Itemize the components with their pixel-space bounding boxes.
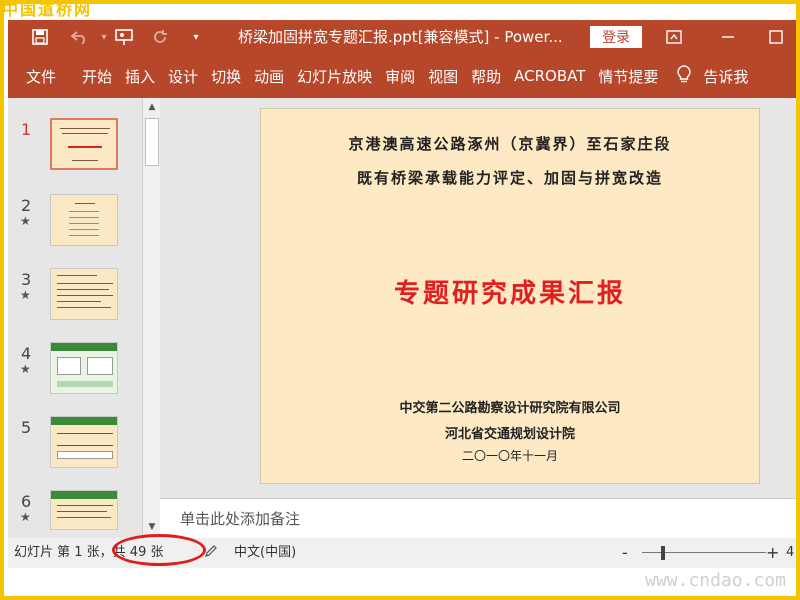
animation-star-icon: ★	[20, 510, 31, 524]
tab-insert[interactable]: 插入	[125, 66, 155, 87]
slide-heading-line2: 既有桥梁承载能力评定、加固与拼宽改造	[356, 169, 663, 187]
thumbnail-preview	[50, 490, 118, 530]
workspace: 1 2 ★ 3 ★ 4 ★ 5 6 ★ ▲ ▼ 京港澳高速公路涿州（京冀界）至石…	[8, 98, 796, 538]
scroll-up-icon[interactable]: ▲	[143, 98, 161, 116]
slide-thumbnail[interactable]: 2 ★	[8, 194, 148, 254]
tab-storyboard[interactable]: 情节提要	[598, 66, 658, 87]
present-icon[interactable]	[108, 20, 140, 54]
zoom-in-button[interactable]: +	[766, 538, 779, 568]
annotation-circle	[112, 534, 206, 566]
slide-canvas: 京港澳高速公路涿州（京冀界）至石家庄段 既有桥梁承载能力评定、加固与拼宽改造 专…	[160, 98, 796, 498]
thumbnail-preview	[50, 118, 118, 170]
notes-pane[interactable]: 单击此处添加备注	[160, 498, 796, 538]
tab-animations[interactable]: 动画	[254, 66, 284, 87]
slide-date: 二〇一〇年十一月	[461, 449, 558, 463]
language-indicator[interactable]: 中文(中国)	[234, 538, 296, 568]
zoom-level[interactable]: 4	[786, 538, 794, 568]
animation-star-icon: ★	[20, 362, 31, 376]
lightbulb-icon	[677, 65, 692, 87]
thumbnail-preview	[50, 268, 118, 320]
slide-heading-line1: 京港澳高速公路涿州（京冀界）至石家庄段	[348, 135, 672, 153]
thumbnail-preview	[50, 342, 118, 394]
ribbon-tabs: 文件 开始 插入 设计 切换 动画 幻灯片放映 审阅 视图 帮助 ACROBAT…	[8, 54, 796, 98]
slide-number: 6	[21, 492, 32, 511]
slide-number: 3	[21, 270, 32, 289]
tab-acrobat[interactable]: ACROBAT	[514, 67, 585, 85]
tell-me-box[interactable]: 告诉我	[677, 65, 748, 87]
thumbnail-preview	[50, 194, 118, 246]
minimize-icon[interactable]	[708, 20, 748, 54]
slide-thumbnail[interactable]: 1	[8, 118, 148, 178]
notes-edit-icon[interactable]	[204, 544, 218, 562]
scrollbar-thumb[interactable]	[145, 118, 159, 166]
tab-view[interactable]: 视图	[428, 66, 458, 87]
login-button[interactable]: 登录	[590, 26, 642, 48]
slide-number: 1	[21, 120, 32, 139]
thumbnail-preview	[50, 416, 118, 468]
tab-help[interactable]: 帮助	[471, 66, 501, 87]
current-slide[interactable]: 京港澳高速公路涿州（京冀界）至石家庄段 既有桥梁承载能力评定、加固与拼宽改造 专…	[260, 108, 760, 484]
tab-design[interactable]: 设计	[168, 66, 198, 87]
slide-organization-1: 中交第二公路勘察设计研究院有限公司	[399, 401, 621, 416]
tab-review[interactable]: 审阅	[385, 66, 415, 87]
customize-qa-icon[interactable]: ▾	[180, 20, 212, 54]
tab-home[interactable]: 开始	[82, 66, 112, 87]
slide-thumbnail[interactable]: 4 ★	[8, 342, 148, 402]
tab-transitions[interactable]: 切换	[211, 66, 241, 87]
thumbnail-scrollbar[interactable]: ▲ ▼	[142, 98, 160, 538]
animation-star-icon: ★	[20, 288, 31, 302]
save-icon[interactable]	[24, 20, 56, 54]
animation-star-icon: ★	[20, 214, 31, 228]
tab-slideshow[interactable]: 幻灯片放映	[297, 66, 372, 87]
slide-thumbnail[interactable]: 5	[8, 416, 148, 476]
maximize-icon[interactable]	[756, 20, 796, 54]
slide-number: 2	[21, 196, 32, 215]
zoom-slider-handle[interactable]	[661, 546, 665, 560]
slide-main-title: 专题研究成果汇报	[393, 279, 626, 309]
tell-me-label: 告诉我	[703, 67, 749, 86]
document-title: 桥梁加固拼宽专题汇报.ppt[兼容模式] - Power...	[238, 28, 563, 46]
slide-thumbnail[interactable]: 3 ★	[8, 268, 148, 328]
slide-number: 4	[21, 344, 32, 363]
slide-thumbnail-pane: 1 2 ★ 3 ★ 4 ★ 5 6 ★ ▲ ▼	[8, 98, 160, 538]
top-watermark: 中国道桥网	[2, 0, 93, 19]
bottom-watermark: www.cndao.com	[645, 570, 786, 591]
slide-number: 5	[21, 418, 32, 437]
tab-file[interactable]: 文件	[26, 66, 56, 87]
slide-organization-2: 河北省交通规划设计院	[444, 427, 575, 442]
zoom-out-button[interactable]: -	[622, 538, 628, 568]
redo-icon[interactable]	[144, 20, 176, 54]
ribbon-display-icon[interactable]	[654, 20, 694, 54]
title-bar: ▾ ▾ 桥梁加固拼宽专题汇报.ppt[兼容模式] - Power... 登录	[8, 20, 796, 54]
